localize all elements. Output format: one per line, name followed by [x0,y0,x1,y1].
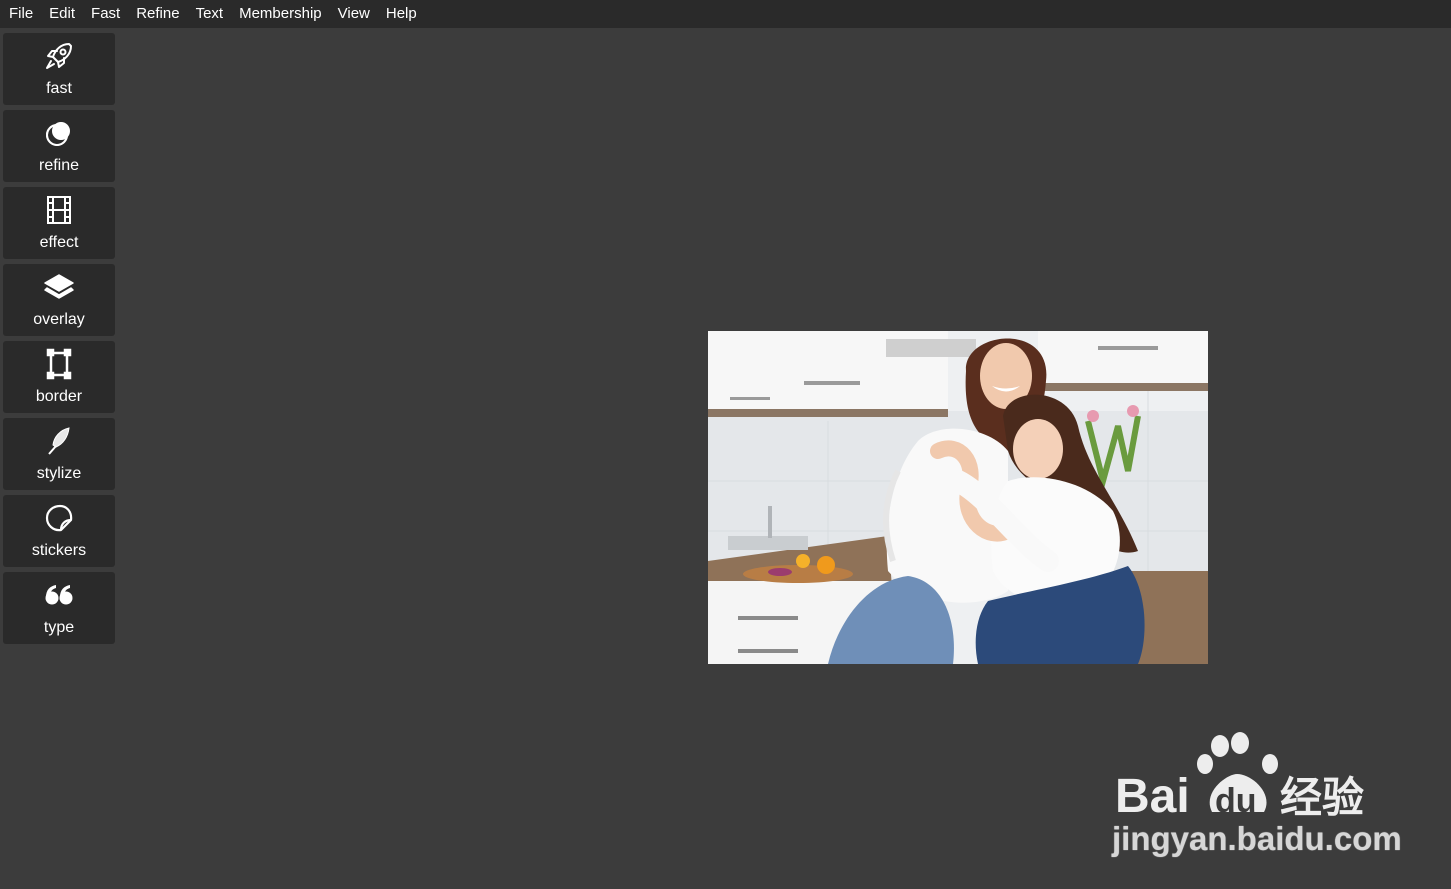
film-icon [43,194,75,226]
menu-view[interactable]: View [330,0,378,28]
tool-label: stylize [36,465,82,482]
canvas-photo[interactable] [708,331,1208,664]
menu-membership[interactable]: Membership [231,0,330,28]
menu-bar: File Edit Fast Refine Text Membership Vi… [0,0,1451,28]
baidu-logo: Bai du 经验 [1115,732,1364,822]
tool-overlay-button[interactable]: overlay [3,264,115,336]
tool-stylize-button[interactable]: stylize [3,418,115,490]
watermark-url: jingyan.baidu.com [1112,820,1402,857]
tool-label: border [35,388,83,405]
menu-fast[interactable]: Fast [83,0,128,28]
tool-label: overlay [33,311,85,328]
tool-refine-button[interactable]: refine [3,110,115,182]
tool-stickers-button[interactable]: stickers [3,495,115,567]
svg-text:Bai: Bai [1115,770,1190,822]
tool-label: stickers [31,542,87,559]
watermark: Bai du 经验 jingyan.baidu.com [1112,732,1402,862]
svg-text:du: du [1215,782,1257,820]
tool-fast-button[interactable]: fast [3,33,115,105]
menu-file[interactable]: File [1,0,41,28]
tool-label: fast [46,80,72,97]
tool-sidebar: fast refine effect overlay border styliz… [3,33,115,649]
tool-label: effect [39,234,79,251]
menu-text[interactable]: Text [188,0,232,28]
tool-effect-button[interactable]: effect [3,187,115,259]
layers-icon [43,271,75,303]
circles-icon [43,117,75,149]
feather-icon [43,425,75,457]
tool-label: type [43,619,75,636]
frame-icon [43,348,75,380]
tool-type-button[interactable]: type [3,572,115,644]
tool-border-button[interactable]: border [3,341,115,413]
sticker-icon [43,502,75,534]
rocket-icon [43,40,75,72]
svg-text:经验: 经验 [1280,773,1364,822]
menu-help[interactable]: Help [378,0,425,28]
quote-icon [43,579,75,611]
menu-refine[interactable]: Refine [128,0,187,28]
menu-edit[interactable]: Edit [41,0,83,28]
tool-label: refine [38,157,80,174]
